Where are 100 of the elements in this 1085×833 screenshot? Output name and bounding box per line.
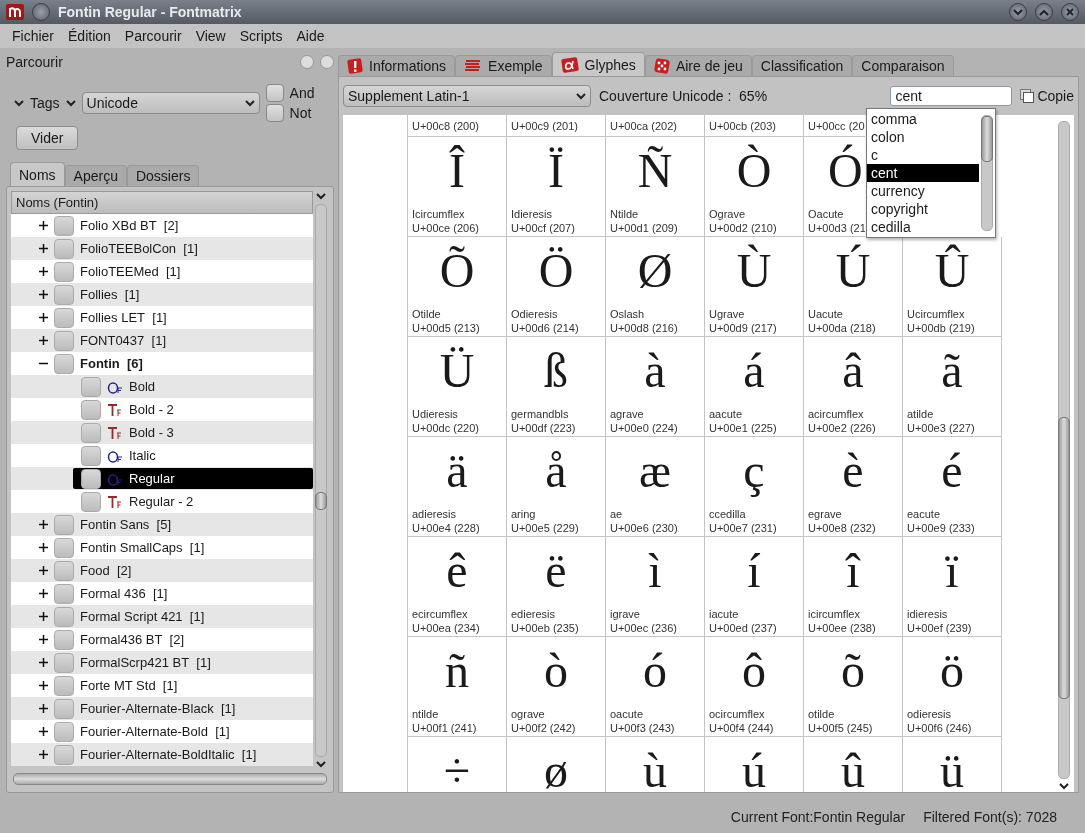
glyph-cell[interactable]: Ü Udieresis U+00dc (220) [407, 337, 507, 437]
menu-item[interactable]: Aide [290, 28, 331, 44]
checkbox[interactable] [54, 215, 74, 236]
glyph-cell[interactable]: ï idieresis U+00ef (239) [902, 537, 1002, 637]
checkbox[interactable] [54, 514, 74, 535]
tree-item[interactable]: Follies LET [1] [80, 310, 167, 325]
tag-select[interactable]: Unicode [81, 92, 260, 114]
tab[interactable]: Exemple [455, 55, 552, 76]
checkbox[interactable] [54, 744, 74, 765]
checkbox[interactable] [54, 537, 74, 558]
checkbox[interactable] [81, 491, 101, 512]
menu-item[interactable]: Scripts [233, 28, 289, 44]
minimize-button[interactable] [1009, 3, 1027, 21]
menu-item[interactable]: View [189, 28, 232, 44]
clear-button[interactable]: Vider [16, 126, 79, 150]
suggestion-item[interactable]: comma [867, 110, 979, 128]
expand-icon[interactable] [39, 221, 48, 230]
tab[interactable]: Aire de jeu [644, 55, 752, 76]
glyph-cell[interactable]: Î Icircumflex U+00ce (206) [407, 137, 507, 237]
scrollbar-thumb[interactable] [315, 491, 327, 510]
checkbox[interactable] [54, 606, 74, 627]
suggestion-item[interactable]: colon [867, 128, 979, 146]
block-select[interactable]: Supplement Latin-1 [343, 85, 591, 107]
expand-icon[interactable] [39, 313, 48, 322]
scrollbar[interactable] [313, 191, 329, 770]
tab[interactable]: Glyphes [551, 52, 645, 76]
expand-icon[interactable] [39, 704, 48, 713]
checkbox[interactable] [54, 353, 74, 374]
suggestion-item[interactable]: cedilla [867, 218, 979, 236]
suggestion-item[interactable]: copyright [867, 200, 979, 218]
glyph-cell[interactable]: Û Ucircumflex U+00db (219) [902, 237, 1002, 337]
checkbox[interactable] [54, 629, 74, 650]
checkbox[interactable] [54, 330, 74, 351]
glyph-cell[interactable]: U+00c8 (200) [407, 115, 507, 137]
expand-icon[interactable] [39, 750, 48, 759]
expand-icon[interactable] [39, 336, 48, 345]
tab[interactable]: Dossiers [126, 165, 200, 186]
glyph-cell[interactable]: ñ ntilde U+00f1 (241) [407, 637, 507, 737]
tree-item[interactable]: Food [2] [80, 563, 132, 578]
checkbox[interactable] [265, 84, 284, 102]
checkbox[interactable] [81, 399, 101, 420]
scrollbar-thumb[interactable] [981, 116, 993, 162]
copy-button[interactable]: Copie [1020, 88, 1074, 104]
expand-icon[interactable] [39, 681, 48, 690]
checkbox[interactable] [54, 284, 74, 305]
checkbox[interactable] [54, 652, 74, 673]
checkbox[interactable] [54, 560, 74, 581]
glyph-cell[interactable]: Õ Otilde U+00d5 (213) [407, 237, 507, 337]
checkbox[interactable] [81, 468, 101, 489]
checkbox[interactable] [54, 307, 74, 328]
expand-icon[interactable] [39, 543, 48, 552]
tree-item[interactable]: Regular [73, 468, 313, 489]
expand-icon[interactable] [39, 612, 48, 621]
glyph-cell[interactable]: ê ecircumflex U+00ea (234) [407, 537, 507, 637]
scrollbar-thumb[interactable] [1058, 417, 1070, 700]
glyph-cell[interactable]: é eacute U+00e9 (233) [902, 437, 1002, 537]
float-button[interactable] [300, 55, 314, 69]
checkbox[interactable] [54, 698, 74, 719]
menu-item[interactable]: Édition [62, 28, 117, 44]
glyph-cell[interactable]: ã atilde U+00e3 (227) [902, 337, 1002, 437]
tree-item[interactable]: Formal 436 [1] [80, 586, 168, 601]
tree-item[interactable]: Fontin [6] [80, 356, 143, 371]
tab[interactable]: Informations [338, 55, 456, 76]
checkbox[interactable] [54, 675, 74, 696]
horizontal-scrollbar[interactable] [11, 770, 329, 788]
expand-icon[interactable] [39, 244, 48, 253]
tree-item[interactable]: FONT0437 [1] [80, 333, 166, 348]
tab[interactable]: Classification [751, 55, 853, 76]
window-menu-button[interactable] [32, 3, 50, 21]
checkbox[interactable] [81, 376, 101, 397]
menu-item[interactable]: Parcourir [118, 28, 188, 44]
glyph-cell[interactable]: ä adieresis U+00e4 (228) [407, 437, 507, 537]
checkbox[interactable] [54, 721, 74, 742]
tree-item[interactable]: Fontin Sans [5] [80, 517, 172, 532]
checkbox[interactable] [54, 583, 74, 604]
suggestion-item[interactable]: currency [867, 182, 979, 200]
checkbox[interactable] [81, 422, 101, 443]
expand-icon[interactable] [39, 566, 48, 575]
checkbox[interactable] [54, 261, 74, 282]
maximize-button[interactable] [1035, 3, 1053, 21]
menu-item[interactable]: Fichier [6, 28, 60, 44]
expand-icon[interactable] [39, 267, 48, 276]
expand-icon[interactable] [39, 520, 48, 529]
tab[interactable]: Comparaison [852, 55, 954, 76]
expand-icon[interactable] [39, 727, 48, 736]
glyph-cell[interactable]: Ó Oacute U+00d3 (21 [803, 137, 865, 237]
glyph-cell[interactable]: ö odieresis U+00f6 (246) [902, 637, 1002, 737]
tab[interactable]: Noms [10, 162, 65, 186]
tab[interactable]: Aperçu [64, 165, 127, 186]
search-field[interactable]: cent [890, 86, 1013, 106]
expand-icon[interactable] [39, 290, 48, 299]
suggestion-item[interactable]: cent [867, 164, 979, 182]
expand-icon[interactable] [39, 589, 48, 598]
tree-item[interactable]: Follies [1] [80, 287, 140, 302]
glyph-cell[interactable]: U+00cc (20 [803, 115, 865, 137]
checkbox[interactable] [265, 104, 284, 122]
close-button[interactable] [1061, 3, 1079, 21]
expand-icon[interactable] [39, 635, 48, 644]
expand-icon[interactable] [39, 658, 48, 667]
checkbox[interactable] [54, 238, 74, 259]
